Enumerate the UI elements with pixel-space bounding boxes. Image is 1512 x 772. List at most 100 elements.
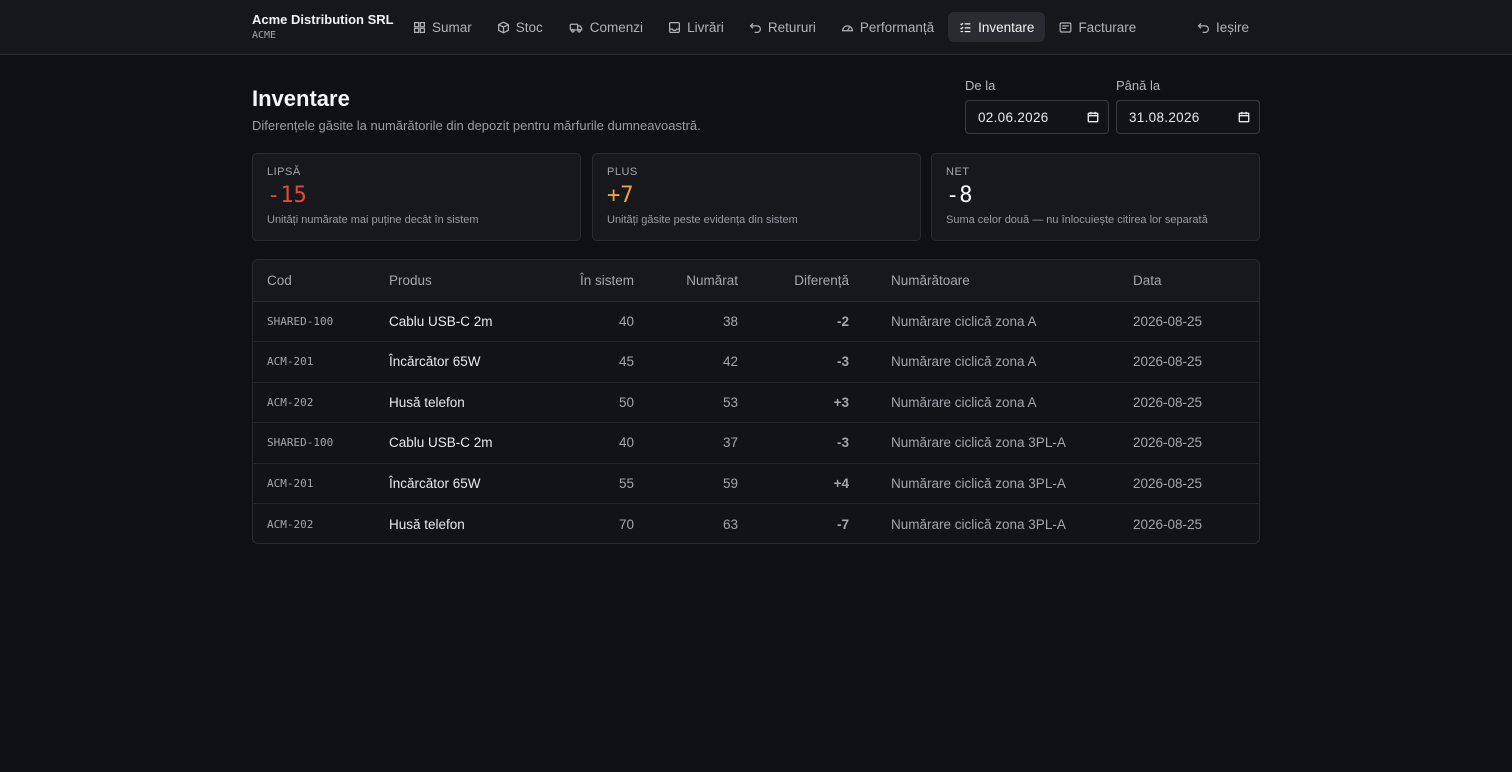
table-header-row: Cod Produs În sistem Numărat Diferență N… xyxy=(253,260,1259,302)
cell-produs: Cablu USB-C 2m xyxy=(375,301,545,342)
cell-numarat: 37 xyxy=(648,422,752,464)
nav-label: Livrări xyxy=(687,19,724,35)
column-header-diferenta[interactable]: Diferență xyxy=(752,260,863,302)
calendar-icon xyxy=(1087,111,1099,123)
cell-sistem: 70 xyxy=(618,516,634,532)
nav-item-performanta[interactable]: Performanță xyxy=(830,12,945,42)
cell-sistem: 45 xyxy=(545,341,648,383)
receipt-icon xyxy=(1060,21,1072,33)
card-description: Suma celor două — nu înlocuiește citirea… xyxy=(946,214,1208,226)
card-value: -8 xyxy=(946,183,973,208)
nav-item-stoc[interactable]: Stoc xyxy=(486,12,554,42)
cell-produs: Husă telefon xyxy=(389,516,465,532)
table-row[interactable]: SHARED-100 Cablu USB-C 2m 40 37 -3 Număr… xyxy=(253,422,1259,464)
card-value: -15 xyxy=(267,183,307,208)
cell-produs: Încărcător 65W xyxy=(375,341,545,383)
main-nav: Sumar Stoc Comenzi Livrări Retururi Perf… xyxy=(402,12,1150,42)
cell-diferenta: -2 xyxy=(752,301,863,342)
date-from-label: De la xyxy=(965,78,996,93)
table-row[interactable]: SHARED-100 Cablu USB-C 2m 40 38 -2 Număr… xyxy=(253,301,1259,342)
nav-item-livrari[interactable]: Livrări xyxy=(657,12,735,42)
cell-produs: Încărcător 65W xyxy=(375,463,545,504)
table-row[interactable]: ACM-201 Încărcător 65W 45 42 -3 Numărare… xyxy=(253,341,1259,383)
column-header-cod[interactable]: Cod xyxy=(253,260,375,302)
date-to-input[interactable]: 31.08.2026 xyxy=(1116,100,1260,134)
logout-icon xyxy=(1197,22,1209,33)
cell-cod: ACM-201 xyxy=(253,341,375,383)
logout-button[interactable]: Ieșire xyxy=(1186,12,1260,42)
cell-sistem: 55 xyxy=(545,463,648,504)
table-row[interactable]: ACM-201 Încărcător 65W 55 59 +4 Numărare… xyxy=(253,463,1259,504)
inbox-icon xyxy=(669,21,681,33)
calendar-icon xyxy=(1238,111,1250,123)
date-from-input[interactable]: 02.06.2026 xyxy=(965,100,1109,134)
card-value: +7 xyxy=(607,183,634,208)
nav-item-comenzi[interactable]: Comenzi xyxy=(557,12,654,42)
column-header-numarat[interactable]: Numărat xyxy=(648,260,752,302)
cell-numaratoare: Numărare ciclică zona 3PL-A xyxy=(863,422,1119,464)
cell-data: 2026-08-25 xyxy=(1133,516,1203,532)
brand-name: Acme Distribution SRL xyxy=(252,12,394,27)
date-to-value: 31.08.2026 xyxy=(1129,109,1200,125)
nav-item-sumar[interactable]: Sumar xyxy=(402,12,483,42)
cell-produs: Cablu USB-C 2m xyxy=(375,422,545,464)
checklist-icon xyxy=(960,22,971,32)
date-to-label: Până la xyxy=(1116,78,1161,93)
grid-icon xyxy=(414,21,425,33)
cell-numaratoare: Numărare ciclică zona A xyxy=(863,382,1119,423)
cell-cod: ACM-202 xyxy=(253,382,375,423)
cell-sistem: 50 xyxy=(545,382,648,423)
nav-item-facturare[interactable]: Facturare xyxy=(1048,12,1147,42)
cell-numarat: 42 xyxy=(648,341,752,383)
nav-label: Retururi xyxy=(767,19,816,35)
cell-cod: SHARED-100 xyxy=(253,301,375,342)
inventory-table: Cod Produs În sistem Numărat Diferență N… xyxy=(252,259,1260,544)
card-label: PLUS xyxy=(607,166,638,178)
nav-label: Facturare xyxy=(1078,19,1137,35)
nav-label: Inventare xyxy=(978,19,1035,35)
date-from-group: De la 02.06.2026 xyxy=(965,78,1109,134)
card-label: NET xyxy=(946,166,970,178)
cell-numarat: 63 xyxy=(722,516,738,532)
box-icon xyxy=(497,21,509,33)
nav-label: Performanță xyxy=(859,19,935,35)
cell-sistem: 40 xyxy=(545,301,648,342)
table-row[interactable]: ACM-202 Husă telefon 70 63 -7 Numărare c… xyxy=(253,504,1259,544)
date-from-value: 02.06.2026 xyxy=(978,109,1049,125)
cell-numaratoare: Numărare ciclică zona A xyxy=(863,341,1119,383)
nav-item-inventare[interactable]: Inventare xyxy=(948,12,1046,42)
card-label: LIPSĂ xyxy=(267,166,301,178)
cell-numaratoare: Numărare ciclică zona A xyxy=(863,301,1119,342)
cell-diferenta: +3 xyxy=(752,382,863,423)
column-header-numaratoare[interactable]: Numărătoare xyxy=(863,260,1119,302)
date-to-group: Până la 31.08.2026 xyxy=(1116,78,1260,134)
cell-numarat: 59 xyxy=(648,463,752,504)
cell-numarat: 53 xyxy=(648,382,752,423)
brand-code: ACME xyxy=(252,30,277,41)
cell-data: 2026-08-25 xyxy=(1119,382,1259,423)
table-row[interactable]: ACM-202 Husă telefon 50 53 +3 Numărare c… xyxy=(253,382,1259,423)
top-navigation-bar: Acme Distribution SRL ACME Sumar Stoc Co… xyxy=(0,0,1512,55)
page-subtitle: Diferențele găsite la numărătorile din d… xyxy=(252,118,701,133)
summary-card-net: NET -8 Suma celor două — nu înlocuiește … xyxy=(931,153,1260,241)
nav-item-retururi[interactable]: Retururi xyxy=(738,12,827,42)
cell-numaratoare: Numărare ciclică zona 3PL-A xyxy=(891,516,1066,532)
page-title: Inventare xyxy=(252,86,350,111)
cell-diferenta: -3 xyxy=(752,341,863,383)
nav-label: Sumar xyxy=(432,19,472,35)
cell-data: 2026-08-25 xyxy=(1119,341,1259,383)
summary-card-lipsa: LIPSĂ -15 Unități numărate mai puține de… xyxy=(252,153,581,241)
truck-icon xyxy=(569,23,583,33)
brand: Acme Distribution SRL ACME xyxy=(252,12,394,43)
column-header-data[interactable]: Data xyxy=(1119,260,1259,302)
cell-produs: Husă telefon xyxy=(375,382,545,423)
cell-data: 2026-08-25 xyxy=(1119,422,1259,464)
logout-label: Ieșire xyxy=(1216,19,1250,35)
summary-card-plus: PLUS +7 Unități găsite peste evidența di… xyxy=(592,153,921,241)
cell-cod: ACM-201 xyxy=(253,463,375,504)
cell-cod: ACM-202 xyxy=(267,517,314,531)
cell-numarat: 38 xyxy=(648,301,752,342)
column-header-produs[interactable]: Produs xyxy=(375,260,545,302)
column-header-sistem[interactable]: În sistem xyxy=(545,260,648,302)
cell-sistem: 40 xyxy=(545,422,648,464)
